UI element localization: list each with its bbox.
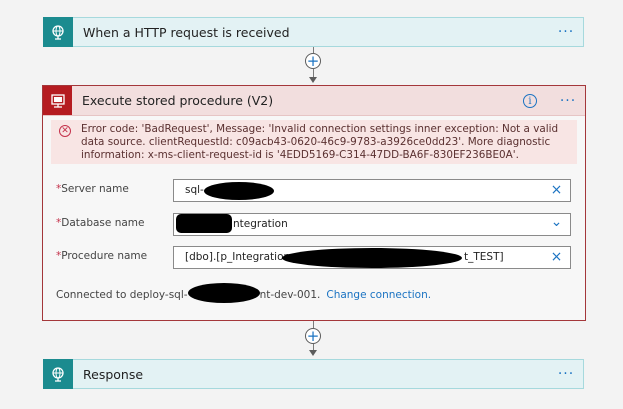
- redaction-mark: [187, 283, 260, 303]
- error-banner: ✕ Error code: 'BadRequest', Message: 'In…: [51, 120, 577, 164]
- redaction-mark: [176, 214, 232, 233]
- trigger-more-button[interactable]: ···: [549, 24, 583, 40]
- insert-step-button[interactable]: +: [305, 328, 321, 344]
- server-name-label: *Server name: [56, 183, 129, 195]
- info-icon[interactable]: i: [523, 93, 537, 108]
- clear-icon[interactable]: ×: [549, 183, 564, 198]
- redaction-mark: [204, 182, 274, 200]
- sql-card-header[interactable]: Execute stored procedure (V2) i ···: [43, 86, 585, 116]
- chevron-down-icon[interactable]: ⌄: [549, 215, 564, 230]
- database-name-value: ntegration: [233, 218, 288, 230]
- sql-more-button[interactable]: ···: [551, 93, 585, 109]
- change-connection-link[interactable]: Change connection.: [326, 289, 431, 301]
- sql-server-icon: [43, 86, 72, 115]
- execute-stored-procedure-card: Execute stored procedure (V2) i ··· ✕ Er…: [42, 85, 586, 321]
- clear-icon[interactable]: ×: [549, 250, 564, 265]
- database-name-label: *Database name: [56, 217, 145, 229]
- error-message: Error code: 'BadRequest', Message: 'Inva…: [81, 123, 559, 162]
- globe-icon: [43, 359, 73, 389]
- connection-suffix: nt-dev-001.: [259, 289, 321, 301]
- error-circle-icon: ✕: [59, 125, 71, 137]
- sql-card-title: Execute stored procedure (V2): [82, 93, 274, 108]
- connection-prefix: Connected to deploy-sql-: [56, 289, 188, 301]
- server-name-value: sql-: [185, 184, 204, 196]
- insert-step-button[interactable]: +: [305, 53, 321, 69]
- arrow-down-icon: [309, 77, 317, 83]
- server-name-field[interactable]: sql- ×: [173, 179, 571, 202]
- procedure-name-value: [dbo].[p_Integration: [185, 251, 291, 263]
- procedure-name-field[interactable]: [dbo].[p_Integration t_TEST] ×: [173, 246, 571, 269]
- arrow-down-icon: [309, 350, 317, 356]
- globe-icon: [43, 17, 73, 47]
- trigger-card[interactable]: When a HTTP request is received ···: [43, 17, 584, 47]
- response-title: Response: [83, 366, 144, 382]
- procedure-name-label: *Procedure name: [56, 250, 148, 262]
- connector-line-mid: [313, 69, 314, 77]
- connection-info: Connected to deploy-sql-nt-dev-001. Chang…: [56, 283, 431, 303]
- database-name-dropdown[interactable]: ntegration ⌄: [173, 213, 571, 236]
- trigger-title: When a HTTP request is received: [83, 24, 290, 40]
- response-more-button[interactable]: ···: [549, 366, 583, 382]
- response-card[interactable]: Response ···: [43, 359, 584, 389]
- procedure-name-tail: t_TEST]: [464, 251, 504, 263]
- redaction-mark: [282, 248, 462, 268]
